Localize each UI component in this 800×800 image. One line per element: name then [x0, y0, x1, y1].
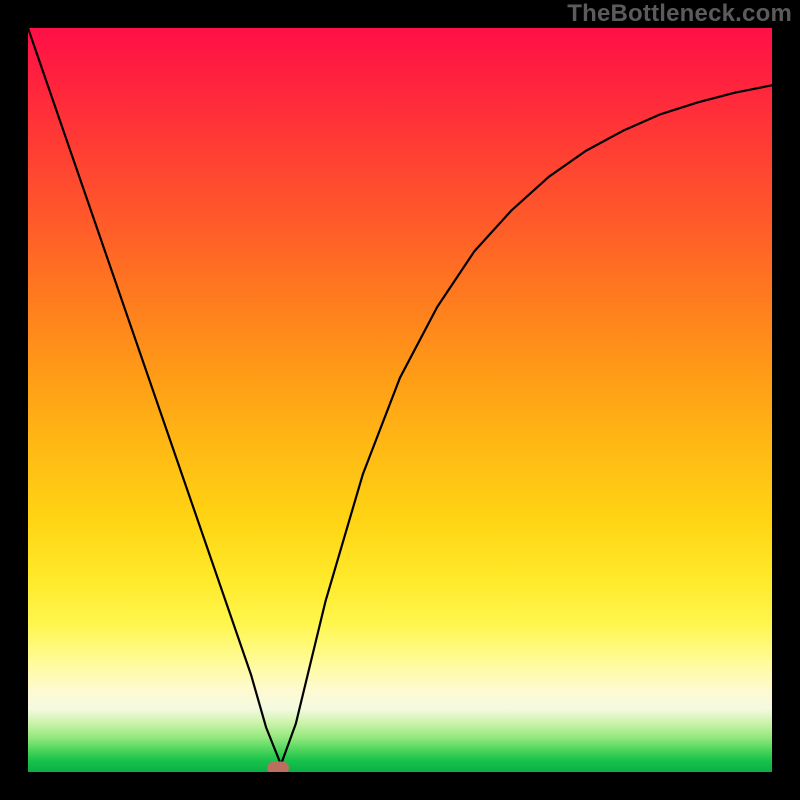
- plot-area: [28, 28, 772, 772]
- minimum-marker: [267, 762, 289, 772]
- watermark-text: TheBottleneck.com: [567, 0, 792, 28]
- chart-frame: TheBottleneck.com: [0, 0, 800, 800]
- bottleneck-curve: [28, 28, 772, 772]
